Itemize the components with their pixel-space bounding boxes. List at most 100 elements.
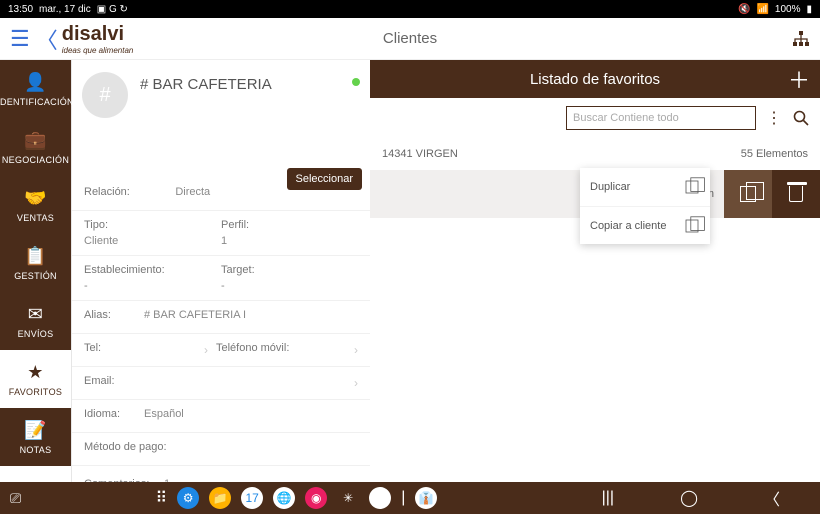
field-label: Tel:: [84, 342, 204, 354]
duplicate-action-button[interactable]: [724, 170, 772, 218]
field-value: Español: [144, 408, 358, 420]
person-icon: 👤: [24, 72, 47, 93]
sidebar-item-label: IDENTIFICACIÓN: [0, 97, 74, 107]
chevron-right-icon[interactable]: ›: [354, 376, 358, 390]
context-menu-label: Copiar a cliente: [590, 220, 666, 232]
client-detail-pane: # # BAR CAFETERIA Seleccionar Relación: …: [72, 60, 370, 482]
sidebar-item-notas[interactable]: 📝 NOTAS: [0, 408, 71, 466]
field-label: Alias:: [84, 309, 144, 321]
chevron-right-icon[interactable]: ›: [354, 343, 358, 357]
status-mute-icon: 🔇: [738, 4, 750, 15]
status-dot-green: [352, 78, 360, 86]
app-icon[interactable]: 👔: [415, 487, 437, 509]
page-title: Clientes: [383, 30, 437, 47]
select-button[interactable]: Seleccionar: [287, 168, 362, 190]
back-chevron-icon[interactable]: 〈: [36, 23, 58, 55]
camera-app-icon[interactable]: ◉: [305, 487, 327, 509]
context-menu: Duplicar Copiar a cliente: [580, 168, 710, 244]
list-item[interactable]: 14341 VIRGEN 55 Elementos: [370, 138, 820, 170]
field-value: 1: [164, 478, 358, 482]
context-menu-label: Duplicar: [590, 181, 630, 193]
divider: |: [401, 489, 405, 507]
add-favorite-button[interactable]: ＋: [788, 63, 810, 95]
search-input[interactable]: Buscar Contiene todo: [566, 106, 756, 130]
chrome-app-icon[interactable]: 🌐: [273, 487, 295, 509]
favorites-title: Listado de favoritos: [530, 71, 660, 88]
cast-icon[interactable]: ⎚: [10, 490, 21, 507]
context-menu-item-copiar[interactable]: Copiar a cliente: [580, 206, 710, 244]
settings-app-icon[interactable]: ⚙: [177, 487, 199, 509]
logo: disalvi ideas que alimentan: [62, 23, 134, 55]
sidebar-item-gestion[interactable]: 📋 GESTIÓN: [0, 234, 71, 292]
list-item-swiped: 24 Elem Duplicar Copiar a cliente: [370, 170, 820, 218]
status-date: mar., 17 dic: [39, 4, 91, 15]
trash-icon: [789, 186, 803, 202]
logo-text: disalvi: [62, 23, 134, 46]
field-value: Directa: [175, 186, 266, 198]
duplicate-icon: [686, 219, 699, 232]
battery-icon: ▮: [806, 4, 812, 15]
files-app-icon[interactable]: 📁: [209, 487, 231, 509]
field-label: Perfil:: [221, 219, 358, 231]
duplicate-icon: [686, 181, 699, 194]
hamburger-icon[interactable]: ☰: [10, 26, 30, 52]
clipboard-icon: 📋: [24, 246, 47, 267]
envelope-icon: ✉: [28, 304, 43, 325]
handshake-icon: 🤝: [24, 188, 47, 209]
apps-grid-icon[interactable]: ⠿: [155, 488, 167, 508]
status-wifi-icon: 📶: [756, 4, 768, 15]
android-status-bar: 13:50 mar., 17 dic ▣ G ↻ 🔇 📶 100% ▮: [0, 0, 820, 18]
hierarchy-icon[interactable]: [792, 30, 810, 48]
sidebar-item-label: FAVORITOS: [9, 387, 62, 397]
field-label: Target:: [221, 264, 358, 276]
client-name: # BAR CAFETERIA: [140, 76, 272, 118]
status-indicator-icons: ▣ G ↻: [97, 4, 128, 15]
app-header: ☰ 〈 disalvi ideas que alimentan Clientes: [0, 18, 820, 60]
briefcase-icon: 💼: [24, 130, 47, 151]
delete-action-button[interactable]: [772, 170, 820, 218]
search-icon[interactable]: [792, 109, 810, 127]
sidebar-item-envios[interactable]: ✉ ENVÍOS: [0, 292, 71, 350]
app-icon[interactable]: ✳: [337, 487, 359, 509]
sidebar-item-negociacion[interactable]: 💼 NEGOCIACIÓN: [0, 118, 71, 176]
field-label: Método de pago:: [84, 441, 358, 453]
field-value: -: [84, 280, 221, 292]
logo-tagline: ideas que alimentan: [62, 46, 134, 55]
field-label: Comentarios:: [84, 478, 164, 482]
favorites-header: Listado de favoritos ＋: [370, 60, 820, 98]
field-label: Tipo:: [84, 219, 221, 231]
client-avatar: #: [82, 72, 128, 118]
search-placeholder: Buscar Contiene todo: [573, 112, 679, 124]
sidebar-item-label: NEGOCIACIÓN: [2, 155, 69, 165]
sidebar-item-ventas[interactable]: 🤝 VENTAS: [0, 176, 71, 234]
duplicate-icon: [740, 186, 756, 202]
android-home-button[interactable]: ◯: [650, 488, 728, 508]
app-dock: ⠿ ⚙ 📁 17 🌐 ◉ ✳ ▶ | 👔: [155, 487, 437, 509]
sidebar-item-label: GESTIÓN: [14, 271, 57, 281]
field-label: Establecimiento:: [84, 264, 221, 276]
star-icon: ★: [27, 362, 43, 383]
sidebar-item-label: NOTAS: [20, 445, 52, 455]
sidebar: 👤 IDENTIFICACIÓN 💼 NEGOCIACIÓN 🤝 VENTAS …: [0, 60, 72, 482]
context-menu-item-duplicar[interactable]: Duplicar: [580, 168, 710, 206]
field-label: Idioma:: [84, 408, 144, 420]
android-nav-bar: ⎚ ⠿ ⚙ 📁 17 🌐 ◉ ✳ ▶ | 👔 ||| ◯ 〈: [0, 482, 820, 514]
android-back-button[interactable]: 〈: [734, 486, 810, 510]
android-recents-button[interactable]: |||: [572, 489, 644, 507]
calendar-app-icon[interactable]: 17: [241, 487, 263, 509]
field-label: Email:: [84, 375, 354, 387]
favorite-list-count: 55 Elementos: [741, 148, 808, 160]
field-value: -: [221, 280, 358, 292]
favorite-list-name: 14341 VIRGEN: [382, 148, 458, 160]
play-store-icon[interactable]: ▶: [369, 487, 391, 509]
sidebar-item-favoritos[interactable]: ★ FAVORITOS: [0, 350, 71, 408]
sidebar-item-identificacion[interactable]: 👤 IDENTIFICACIÓN: [0, 60, 71, 118]
notes-icon: 📝: [24, 420, 47, 441]
field-label: Teléfono móvil:: [216, 342, 354, 354]
field-value: # BAR CAFETERIA I: [144, 309, 358, 321]
field-value: 1: [221, 235, 358, 247]
sidebar-item-label: VENTAS: [17, 213, 54, 223]
more-options-icon[interactable]: ⋮: [766, 108, 782, 128]
sidebar-item-label: ENVÍOS: [18, 329, 54, 339]
status-time: 13:50: [8, 4, 33, 15]
